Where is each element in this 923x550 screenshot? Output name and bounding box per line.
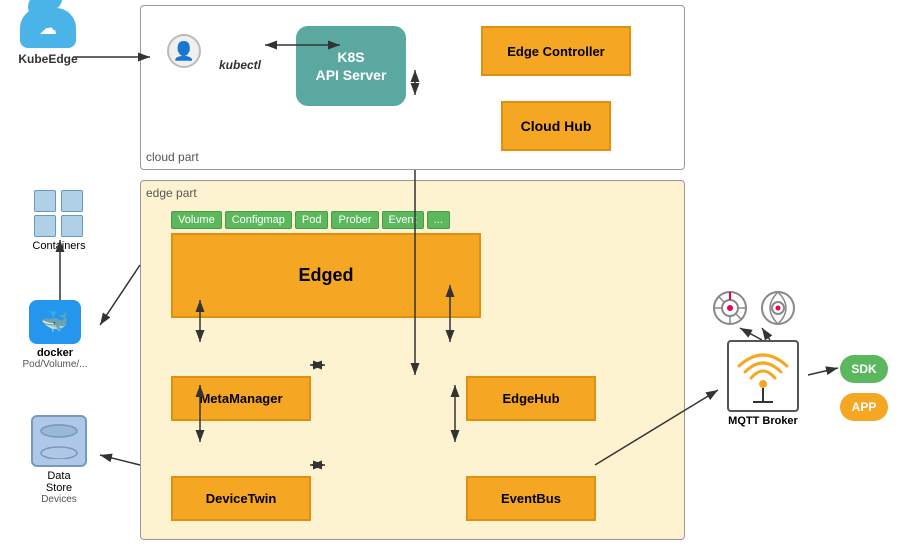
devices-label: Devices <box>41 494 77 505</box>
user-icon: 👤 <box>159 34 209 89</box>
container-cell <box>61 215 83 237</box>
mqtt-group: MQTT Broker <box>718 340 808 427</box>
edged-label: Edged <box>298 265 353 286</box>
edged-area: Volume Configmap Pod Prober Event ... Ed… <box>171 211 481 331</box>
sensor-2-icon <box>758 288 798 328</box>
docker-group: 🐳 docker Pod/Volume/... <box>10 300 100 370</box>
mqtt-sensor-arrow <box>740 328 762 340</box>
mqtt-sdk-arrow <box>808 368 838 375</box>
containers-grid <box>34 190 84 237</box>
k8s-label: K8SAPI Server <box>316 48 387 84</box>
cloud-part-box: cloud part 👤 kubectl K8SAPI Server Edge … <box>140 5 685 170</box>
edge-controller-label: Edge Controller <box>507 44 605 59</box>
meta-manager-label: MetaManager <box>199 391 282 406</box>
edged-box: Edged <box>171 233 481 318</box>
pill-event: Event <box>382 211 424 229</box>
edged-pills: Volume Configmap Pod Prober Event ... <box>171 211 481 229</box>
k8s-api-server-box: K8SAPI Server <box>296 26 406 106</box>
edge-part-label: edge part <box>146 186 197 200</box>
edge-hub-box: EdgeHub <box>466 376 596 421</box>
mqtt-icon <box>727 340 799 412</box>
cloud-hub-label: Cloud Hub <box>521 118 592 134</box>
datastore-svg <box>39 423 79 459</box>
container-cell <box>34 190 56 212</box>
kubeedge-logo: ☁ KubeEdge <box>8 8 88 66</box>
kubeedge-cloud-icon: ☁ <box>20 8 76 48</box>
docker-icon: 🐳 <box>29 300 81 344</box>
mqtt-label: MQTT Broker <box>728 415 798 427</box>
mqtt-svg <box>733 346 793 406</box>
edge-hub-label: EdgeHub <box>502 391 559 406</box>
kubectl-label: kubectl <box>219 58 261 72</box>
containers-label: Containers <box>32 240 85 252</box>
edged-docker-arrow <box>100 265 140 325</box>
meta-manager-box: MetaManager <box>171 376 311 421</box>
sensor-group <box>710 288 798 328</box>
container-cell <box>61 190 83 212</box>
sdk-label: SDK <box>851 362 876 376</box>
user-avatar: 👤 <box>167 34 201 68</box>
cloud-part-label: cloud part <box>146 150 199 164</box>
device-twin-label: DeviceTwin <box>206 491 277 506</box>
pill-prober: Prober <box>331 211 378 229</box>
container-cell <box>34 215 56 237</box>
kubeedge-label: KubeEdge <box>18 52 77 66</box>
pill-configmap: Configmap <box>225 211 292 229</box>
app-badge: APP <box>840 393 888 421</box>
containers-group: Containers <box>14 190 104 252</box>
pod-volume-label: Pod/Volume/... <box>22 359 87 370</box>
mqtt-sensor2-arrow <box>762 328 770 340</box>
event-bus-box: EventBus <box>466 476 596 521</box>
docker-label: docker <box>37 347 73 359</box>
cloud-icon-inner: ☁ <box>39 18 57 39</box>
datastore-icon <box>31 415 87 467</box>
edge-part-box: edge part Volume Configmap Pod Prober Ev… <box>140 180 685 540</box>
sdk-badge: SDK <box>840 355 888 383</box>
pill-more: ... <box>427 211 450 229</box>
cloud-hub-box: Cloud Hub <box>501 101 611 151</box>
pill-volume: Volume <box>171 211 222 229</box>
device-twin-box: DeviceTwin <box>171 476 311 521</box>
datastore-label: Data Store <box>46 470 72 494</box>
devicetwin-datastore-arrow <box>100 455 140 465</box>
app-label: APP <box>852 400 877 414</box>
sensor-1-icon <box>710 288 750 328</box>
edge-controller-box: Edge Controller <box>481 26 631 76</box>
datastore-group: Data Store Devices <box>14 415 104 505</box>
pill-pod: Pod <box>295 211 329 229</box>
event-bus-label: EventBus <box>501 491 561 506</box>
